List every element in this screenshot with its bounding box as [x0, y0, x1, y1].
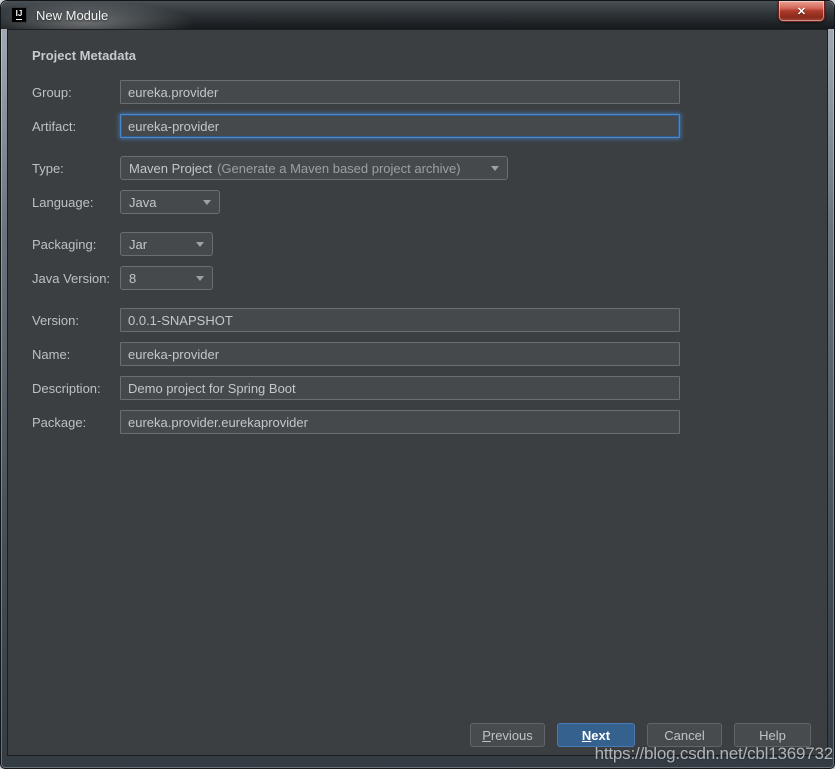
package-label: Package: — [32, 415, 120, 430]
form-row-language: Language: Java — [32, 190, 827, 214]
close-icon: ✕ — [797, 5, 806, 18]
artifact-input[interactable] — [120, 114, 680, 138]
cancel-button-label: Cancel — [664, 728, 704, 743]
next-button-mnemonic: N — [582, 728, 591, 743]
package-input[interactable] — [120, 410, 680, 434]
type-label: Type: — [32, 161, 120, 176]
java-version-select[interactable]: 8 — [120, 266, 213, 290]
packaging-value: Jar — [129, 237, 147, 252]
type-select[interactable]: Maven Project (Generate a Maven based pr… — [120, 156, 508, 180]
cancel-button[interactable]: Cancel — [647, 723, 722, 747]
dialog-button-bar: Previous Next Cancel Help — [470, 723, 811, 747]
version-label: Version: — [32, 313, 120, 328]
type-value: Maven Project — [129, 161, 212, 176]
previous-button[interactable]: Previous — [470, 723, 545, 747]
form-row-packaging: Packaging: Jar — [32, 232, 827, 256]
window-title: New Module — [36, 8, 108, 23]
next-button-label: ext — [591, 728, 610, 743]
group-label: Group: — [32, 85, 120, 100]
language-label: Language: — [32, 195, 120, 210]
packaging-select[interactable]: Jar — [120, 232, 213, 256]
name-label: Name: — [32, 347, 120, 362]
help-button-label: Help — [759, 728, 786, 743]
description-input[interactable] — [120, 376, 680, 400]
java-version-label: Java Version: — [32, 271, 120, 286]
packaging-label: Packaging: — [32, 237, 120, 252]
language-value: Java — [129, 195, 156, 210]
version-input[interactable] — [120, 308, 680, 332]
description-label: Description: — [32, 381, 120, 396]
help-button[interactable]: Help — [734, 723, 811, 747]
form-row-java-version: Java Version: 8 — [32, 266, 827, 290]
chevron-down-icon — [491, 166, 499, 171]
new-module-dialog: IJ New Module ✕ Project Metadata Group: … — [0, 0, 835, 769]
chevron-down-icon — [203, 200, 211, 205]
form-row-version: Version: — [32, 308, 827, 332]
close-button[interactable]: ✕ — [778, 1, 825, 22]
form-row-artifact: Artifact: — [32, 114, 827, 138]
previous-button-mnemonic: P — [482, 728, 491, 743]
java-version-value: 8 — [129, 271, 136, 286]
form-row-package: Package: — [32, 410, 827, 434]
intellij-logo-text: IJ — [16, 10, 23, 20]
name-input[interactable] — [120, 342, 680, 366]
type-note: (Generate a Maven based project archive) — [217, 161, 461, 176]
form-row-description: Description: — [32, 376, 827, 400]
form-row-group: Group: — [32, 80, 827, 104]
form-row-name: Name: — [32, 342, 827, 366]
chevron-down-icon — [196, 242, 204, 247]
chevron-down-icon — [196, 276, 204, 281]
language-select[interactable]: Java — [120, 190, 220, 214]
title-bar[interactable]: IJ New Module ✕ — [1, 1, 834, 29]
dialog-content: Project Metadata Group: Artifact: Type: … — [7, 29, 828, 756]
form-row-type: Type: Maven Project (Generate a Maven ba… — [32, 156, 827, 180]
page-title: Project Metadata — [32, 48, 827, 63]
artifact-label: Artifact: — [32, 119, 120, 134]
intellij-logo-icon: IJ — [11, 7, 27, 23]
group-input[interactable] — [120, 80, 680, 104]
next-button[interactable]: Next — [557, 723, 635, 747]
previous-button-label: revious — [491, 728, 533, 743]
